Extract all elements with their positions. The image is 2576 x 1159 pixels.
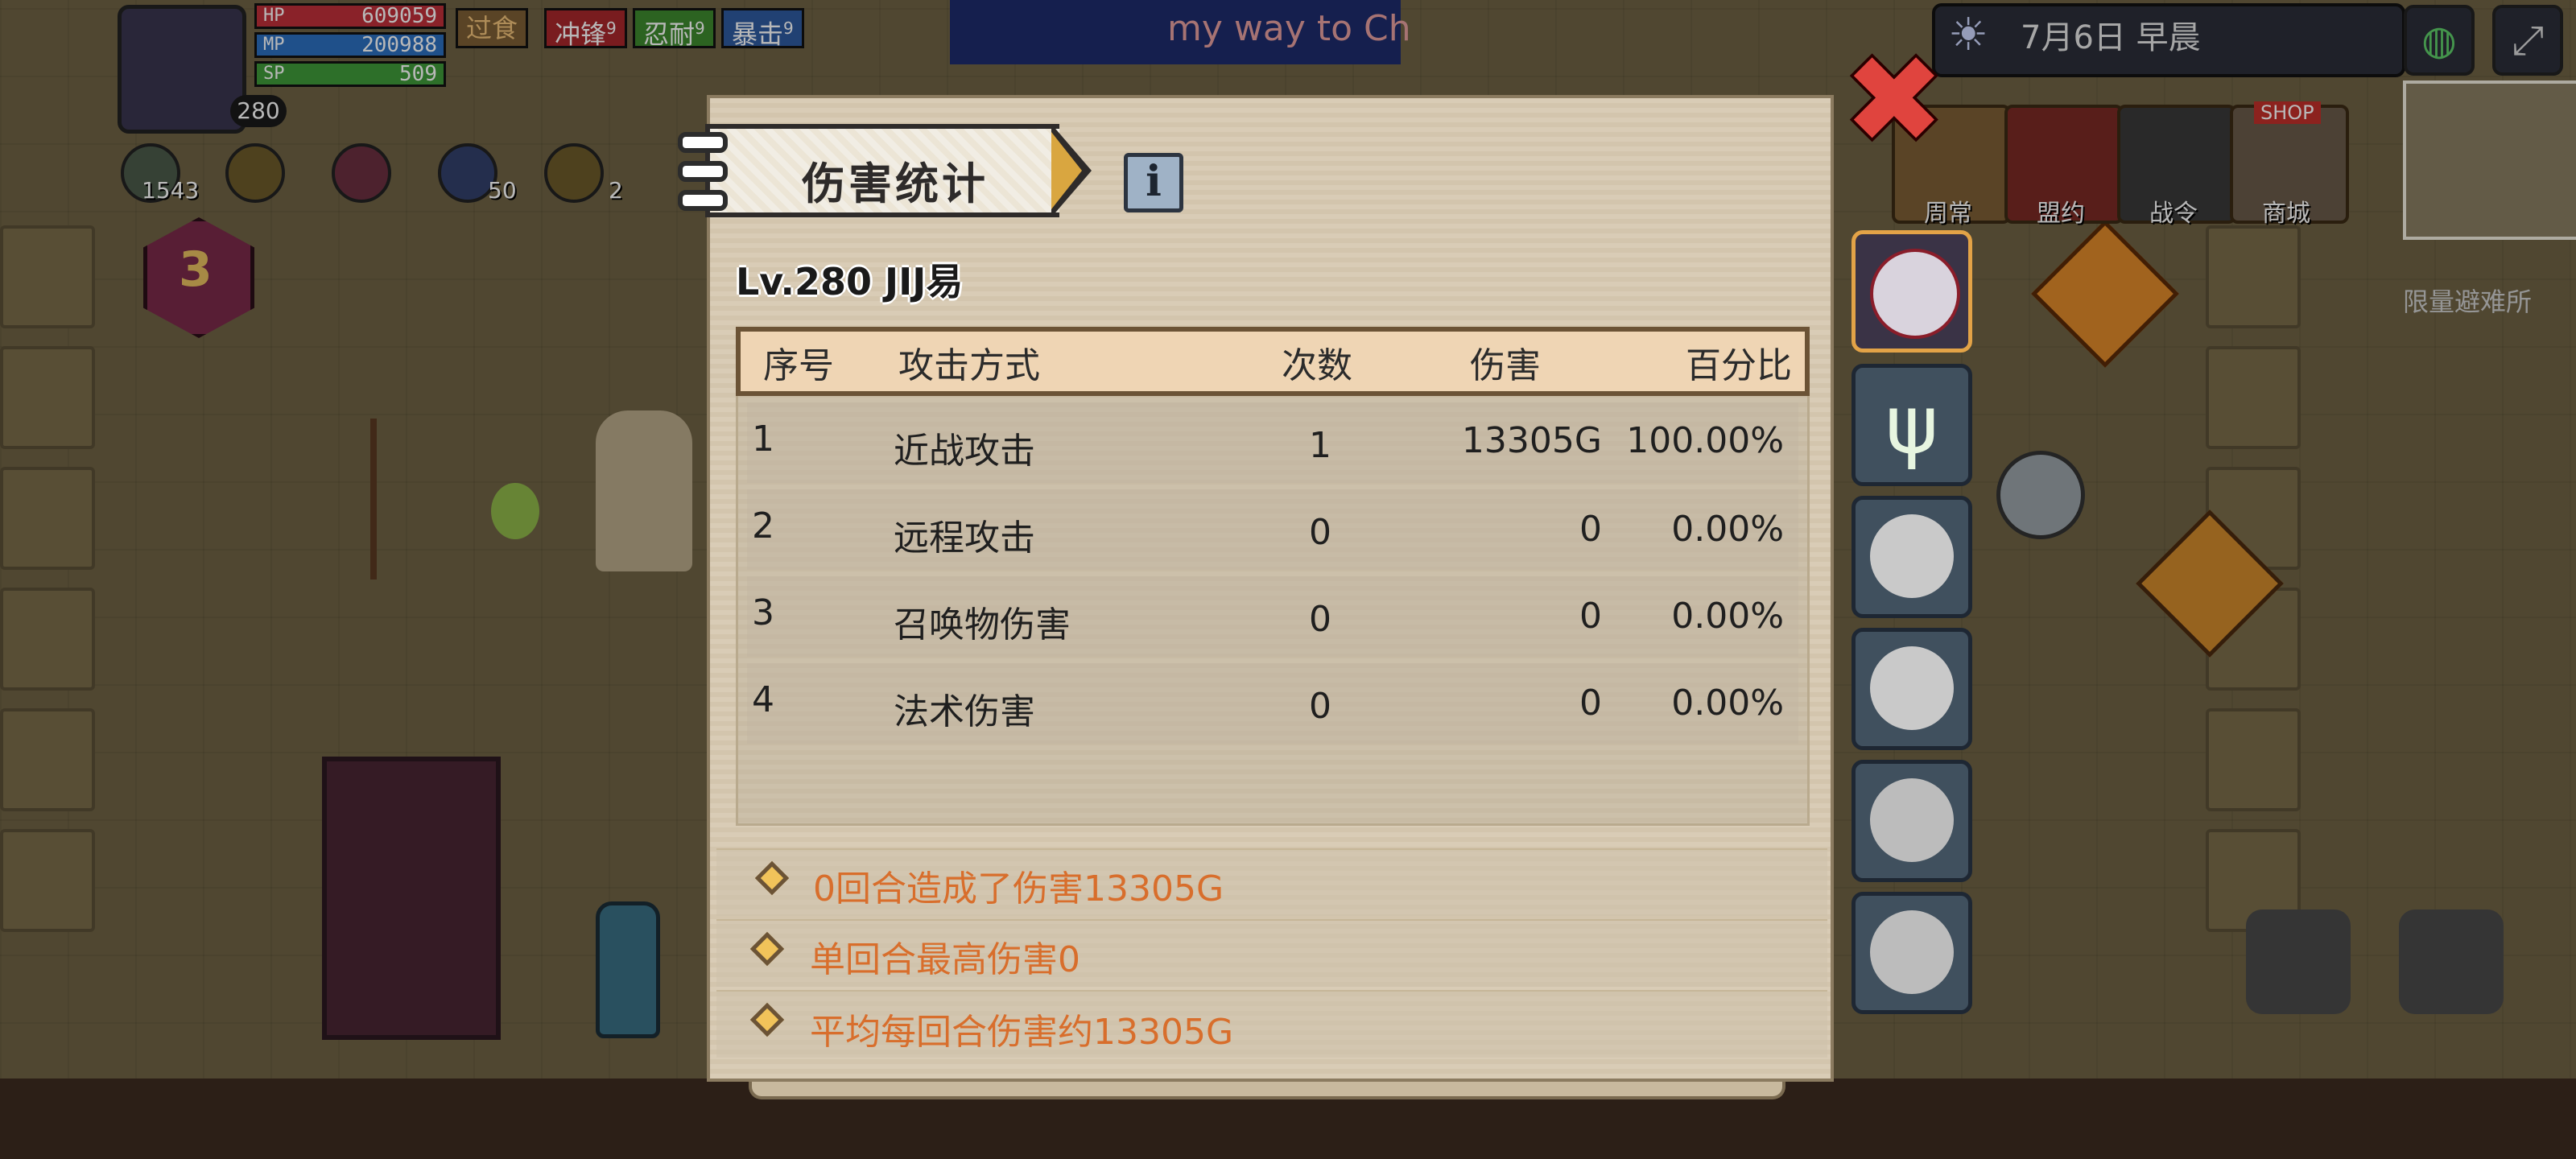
col-index: 序号 xyxy=(763,345,834,386)
stat-max-round-damage: 单回合最高伤害0 xyxy=(810,939,1080,980)
row-index: 4 xyxy=(752,679,774,720)
col-damage: 伤害 xyxy=(1470,345,1541,386)
portrait-face xyxy=(1870,514,1954,598)
dialog-title: 伤害统计 xyxy=(802,159,989,209)
portrait-face xyxy=(1870,249,1960,339)
player-level-name: Lv.280 JIJ易 xyxy=(736,260,964,303)
close-icon[interactable]: ✖ xyxy=(1843,40,1945,161)
tab-nurse-1[interactable] xyxy=(1852,496,1972,618)
row-damage: 0 xyxy=(1579,596,1602,637)
tab-player-portrait[interactable] xyxy=(1852,230,1972,353)
stat-total-damage: 0回合造成了伤害13305G xyxy=(813,868,1224,909)
antler-icon: ψ xyxy=(1885,377,1938,472)
info-icon[interactable]: i xyxy=(1124,153,1183,212)
row-percent: 100.00% xyxy=(1626,420,1784,461)
ring xyxy=(678,161,728,182)
row-type: 召唤物伤害 xyxy=(894,604,1071,645)
tab-antler-spirit[interactable]: ψ xyxy=(1852,364,1972,486)
portrait-face xyxy=(1870,778,1954,862)
tab-maid-2[interactable] xyxy=(1852,892,1972,1014)
col-attack-type: 攻击方式 xyxy=(898,345,1040,386)
row-count: 0 xyxy=(1309,686,1331,727)
row-type: 近战攻击 xyxy=(894,431,1035,472)
row-count: 0 xyxy=(1309,599,1331,640)
tab-maid-1[interactable] xyxy=(1852,760,1972,882)
row-percent: 0.00% xyxy=(1671,509,1784,550)
notebook-rings xyxy=(673,129,728,219)
row-damage: 0 xyxy=(1579,683,1602,724)
row-count: 0 xyxy=(1309,512,1331,553)
tab-nurse-2[interactable] xyxy=(1852,628,1972,750)
ring xyxy=(678,132,728,153)
row-type: 法术伤害 xyxy=(894,691,1035,732)
row-percent: 0.00% xyxy=(1671,596,1784,637)
col-count: 次数 xyxy=(1282,345,1352,386)
portrait-face xyxy=(1870,910,1954,994)
row-damage: 0 xyxy=(1579,509,1602,550)
row-index: 1 xyxy=(752,419,774,460)
col-percent: 百分比 xyxy=(1686,345,1792,386)
row-index: 3 xyxy=(752,592,774,633)
row-percent: 0.00% xyxy=(1671,683,1784,724)
title-tab-arrow-inner xyxy=(1051,132,1082,209)
row-count: 1 xyxy=(1309,425,1331,466)
table-header xyxy=(736,327,1810,396)
row-index: 2 xyxy=(752,505,774,547)
portrait-face xyxy=(1870,646,1954,730)
row-type: 远程攻击 xyxy=(894,518,1035,559)
row-damage: 13305G xyxy=(1461,420,1602,461)
ring xyxy=(678,190,728,211)
stat-average-damage: 平均每回合伤害约13305G xyxy=(810,1012,1234,1053)
